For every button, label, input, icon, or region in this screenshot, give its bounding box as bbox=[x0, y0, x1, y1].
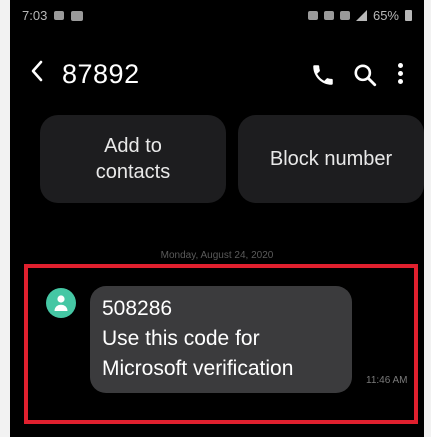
block-number-button[interactable]: Block number bbox=[238, 115, 424, 203]
signal-icon bbox=[355, 10, 367, 21]
status-bar: 7:03 65% bbox=[10, 0, 424, 34]
status-right: 65% bbox=[307, 8, 412, 23]
search-button[interactable] bbox=[352, 62, 378, 88]
more-vertical-icon-dot bbox=[397, 71, 403, 76]
more-options-button[interactable] bbox=[394, 60, 406, 90]
battery-percent: 65% bbox=[372, 8, 399, 23]
add-label-line2: contacts bbox=[95, 161, 171, 183]
conversation-title: 87892 bbox=[62, 59, 140, 89]
back-button[interactable] bbox=[30, 54, 44, 94]
alarm-icon bbox=[307, 11, 318, 20]
date-divider: Monday, August 24, 2020 bbox=[160, 250, 274, 261]
more-vertical-icon-dot bbox=[397, 63, 403, 68]
add-to-contacts-button[interactable]: Add to contacts bbox=[40, 115, 226, 203]
gallery-icon bbox=[71, 10, 84, 21]
message-line3: Microsoft verification bbox=[102, 357, 294, 380]
add-to-contacts-label: Add to contacts bbox=[96, 133, 170, 185]
battery-icon bbox=[405, 10, 412, 21]
phone-screen: 7:03 65% 87892 Add to contacts Block num… bbox=[10, 0, 424, 437]
mute-icon bbox=[323, 11, 334, 20]
avatar[interactable] bbox=[46, 288, 76, 318]
status-time: 7:03 bbox=[22, 8, 48, 23]
wifi-icon bbox=[339, 11, 350, 20]
add-label-line1: Add to bbox=[104, 135, 162, 157]
message-code: 508286 bbox=[102, 297, 173, 320]
message-time: 11:46 AM bbox=[366, 375, 408, 386]
notification-icon bbox=[54, 11, 65, 20]
chevron-left-icon bbox=[31, 60, 43, 82]
block-number-label: Block number bbox=[269, 148, 393, 170]
search-icon bbox=[354, 64, 377, 87]
app-bar: 87892 bbox=[10, 48, 424, 104]
call-button[interactable] bbox=[310, 62, 336, 88]
message-line2: Use this code for bbox=[102, 327, 260, 350]
person-icon bbox=[54, 295, 68, 311]
status-left: 7:03 bbox=[22, 8, 84, 23]
message-bubble[interactable]: 508286 Use this code for Microsoft verif… bbox=[90, 286, 352, 393]
phone-icon bbox=[313, 65, 333, 85]
more-vertical-icon-dot bbox=[397, 79, 403, 84]
